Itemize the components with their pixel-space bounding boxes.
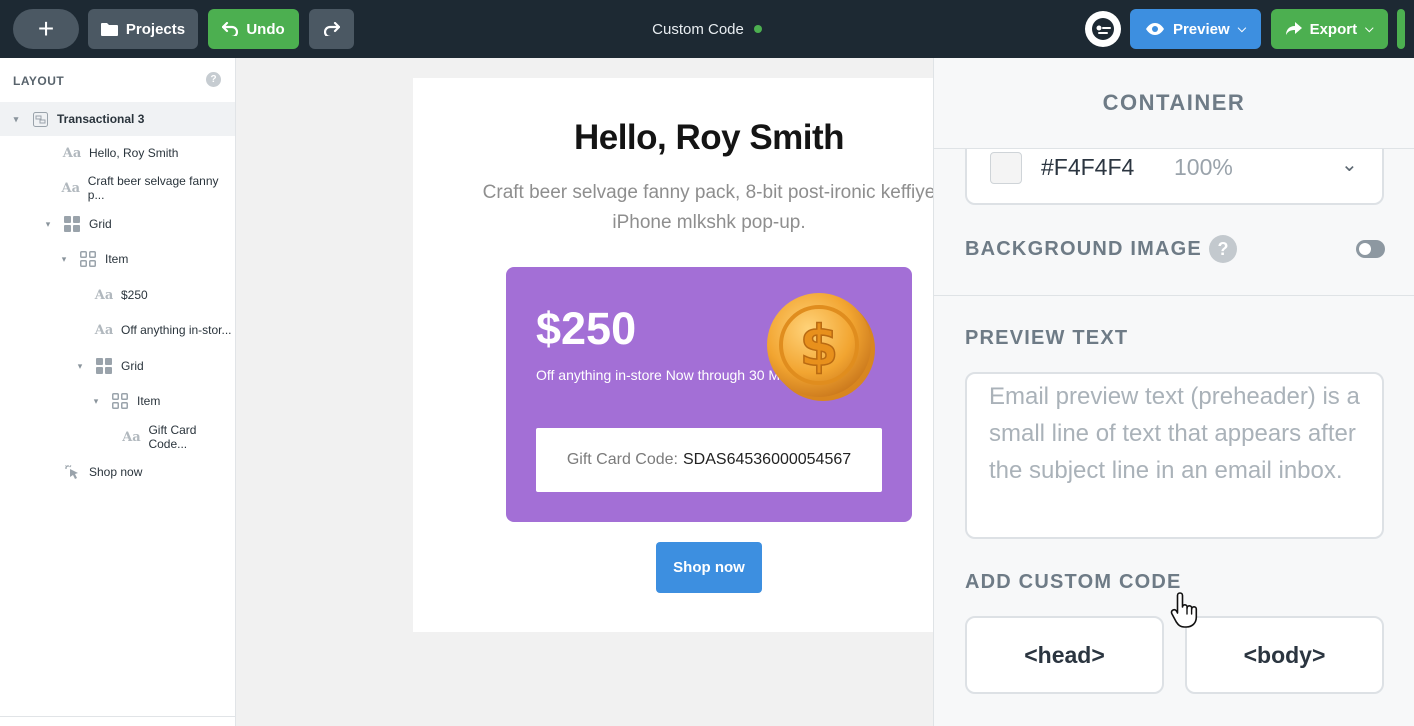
price-text[interactable]: $250 [536, 303, 636, 355]
user-avatar[interactable] [1085, 11, 1121, 47]
project-title: Custom Code [652, 20, 744, 38]
layout-tree-label: Hello, Roy Smith [89, 146, 179, 160]
saved-status-dot [753, 25, 762, 33]
dollar-coin-icon: $ [767, 293, 875, 401]
background-image-label: BACKGROUND IMAGE [965, 238, 1202, 260]
hand-pointer-cursor-icon [1170, 592, 1198, 628]
redo-button[interactable] [309, 9, 354, 49]
click-icon [63, 463, 81, 481]
help-icon[interactable]: ? [1209, 235, 1237, 263]
layout-tree-item[interactable]: Aa Off anything in-stor... [0, 313, 235, 347]
email-heading[interactable]: Hello, Roy Smith [413, 118, 934, 158]
grid-icon [95, 357, 113, 375]
gift-code-label: Gift Card Code: [566, 451, 678, 468]
sidebar-divider [0, 716, 235, 717]
color-hex-value[interactable]: #F4F4F4 [1041, 154, 1134, 181]
layout-tree-item[interactable]: Aa Hello, Roy Smith [0, 136, 235, 170]
preview-button[interactable]: Preview ⌵ [1130, 9, 1261, 49]
offer-text[interactable]: Off anything in-store Now through 30 May [536, 367, 795, 383]
plus-icon: + [37, 13, 55, 44]
text-icon: Aa [61, 180, 81, 196]
chevron-down-icon[interactable]: ⌄ [1341, 152, 1358, 177]
layout-tree-label: Item [137, 394, 161, 408]
layout-tree-label: Craft beer selvage fanny p... [87, 174, 219, 202]
preview-label: Preview [1172, 20, 1230, 38]
layout-tree-label: $250 [121, 288, 148, 302]
caret-down-icon[interactable]: ▾ [75, 361, 85, 372]
gift-code-value: SDAS64536000054567 [683, 451, 852, 468]
top-toolbar: + Projects Undo Custom Code Preview ⌵ Ex… [0, 0, 1414, 58]
caret-down-icon[interactable]: ▾ [11, 114, 21, 125]
toggle-knob [1359, 243, 1371, 255]
add-button[interactable]: + [13, 9, 79, 49]
grid-icon [63, 215, 81, 233]
layout-tree-item[interactable]: Aa Craft beer selvage fanny p... [0, 171, 235, 205]
layout-tree-label: Grid [89, 217, 112, 231]
body-code-button[interactable]: <body> [1185, 616, 1384, 694]
project-title-area: Custom Code [600, 0, 814, 58]
text-icon: Aa [62, 145, 82, 161]
layout-sidebar: LAYOUT ? ▾ Transactional 3 Aa Hello, Roy Sm… [0, 58, 236, 726]
text-icon: Aa [94, 322, 114, 338]
text-icon: Aa [94, 287, 114, 303]
layout-tree-item[interactable]: ▾ Item [0, 242, 235, 276]
head-code-button[interactable]: <head> [965, 616, 1164, 694]
layout-tree-item[interactable]: ▾ Transactional 3 [0, 102, 235, 136]
chevron-down-icon: ⌵ [1365, 22, 1374, 35]
projects-label: Projects [125, 20, 186, 38]
undo-label: Undo [246, 20, 285, 38]
export-label: Export [1309, 20, 1358, 38]
eye-icon [1145, 23, 1164, 35]
email-canvas[interactable]: Hello, Roy Smith Craft beer selvage fann… [413, 78, 934, 632]
layout-tree-item[interactable]: ▾ Grid [0, 349, 235, 383]
undo-button[interactable]: Undo [208, 9, 299, 49]
redo-icon [323, 22, 340, 36]
layout-tree-item[interactable]: ▾ Grid [0, 207, 235, 241]
export-button[interactable]: Export ⌵ [1271, 9, 1388, 49]
avatar-face-icon [1092, 18, 1114, 40]
panel-divider [934, 295, 1414, 296]
caret-down-icon[interactable]: ▾ [59, 254, 69, 265]
svg-text:$: $ [800, 314, 839, 379]
preview-text-input[interactable]: Email preview text (preheader) is a smal… [965, 372, 1384, 539]
chevron-down-icon: ⌵ [1237, 22, 1247, 35]
layout-tree-label: Transactional 3 [57, 112, 145, 126]
color-opacity-value[interactable]: 100% [1174, 154, 1233, 181]
template-icon [31, 110, 49, 128]
layout-tree-label: Grid [121, 359, 144, 373]
shop-now-button[interactable]: Shop now [656, 542, 762, 593]
item-icon [79, 250, 97, 268]
projects-button[interactable]: Projects [88, 9, 198, 49]
layout-tree-item[interactable]: Aa $250 [0, 278, 235, 312]
toolbar-overflow-edge [1397, 9, 1405, 49]
layout-heading: LAYOUT [13, 74, 65, 88]
text-icon: Aa [122, 429, 141, 445]
layout-tree-item[interactable]: ▾ Item [0, 384, 235, 418]
background-image-toggle[interactable] [1356, 240, 1385, 258]
email-subtext[interactable]: Craft beer selvage fanny pack, 8-bit pos… [453, 178, 934, 238]
layout-tree-item[interactable]: Aa Gift Card Code... [0, 420, 235, 454]
layout-tree-label: Off anything in-stor... [121, 323, 232, 337]
layout-tree-label: Gift Card Code... [148, 423, 197, 451]
custom-code-label: ADD CUSTOM CODE [965, 571, 1182, 593]
caret-down-icon[interactable]: ▾ [91, 396, 101, 407]
caret-down-icon[interactable]: ▾ [43, 219, 53, 230]
item-icon [111, 392, 129, 410]
undo-icon [222, 22, 239, 36]
folder-icon [100, 23, 118, 36]
share-arrow-icon [1285, 22, 1302, 35]
gift-code-box[interactable]: Gift Card Code: SDAS64536000054567 [536, 428, 882, 492]
layout-tree-label: Item [105, 252, 129, 266]
preview-text-label: PREVIEW TEXT [965, 327, 1129, 349]
layout-tree-label: Shop now [89, 465, 143, 479]
gift-card[interactable]: $250 Off anything in-store Now through 3… [506, 267, 912, 522]
color-swatch[interactable] [990, 152, 1022, 184]
panel-title: CONTAINER [934, 58, 1414, 149]
help-icon[interactable]: ? [206, 72, 221, 87]
layout-tree-item[interactable]: Shop now [0, 455, 235, 489]
